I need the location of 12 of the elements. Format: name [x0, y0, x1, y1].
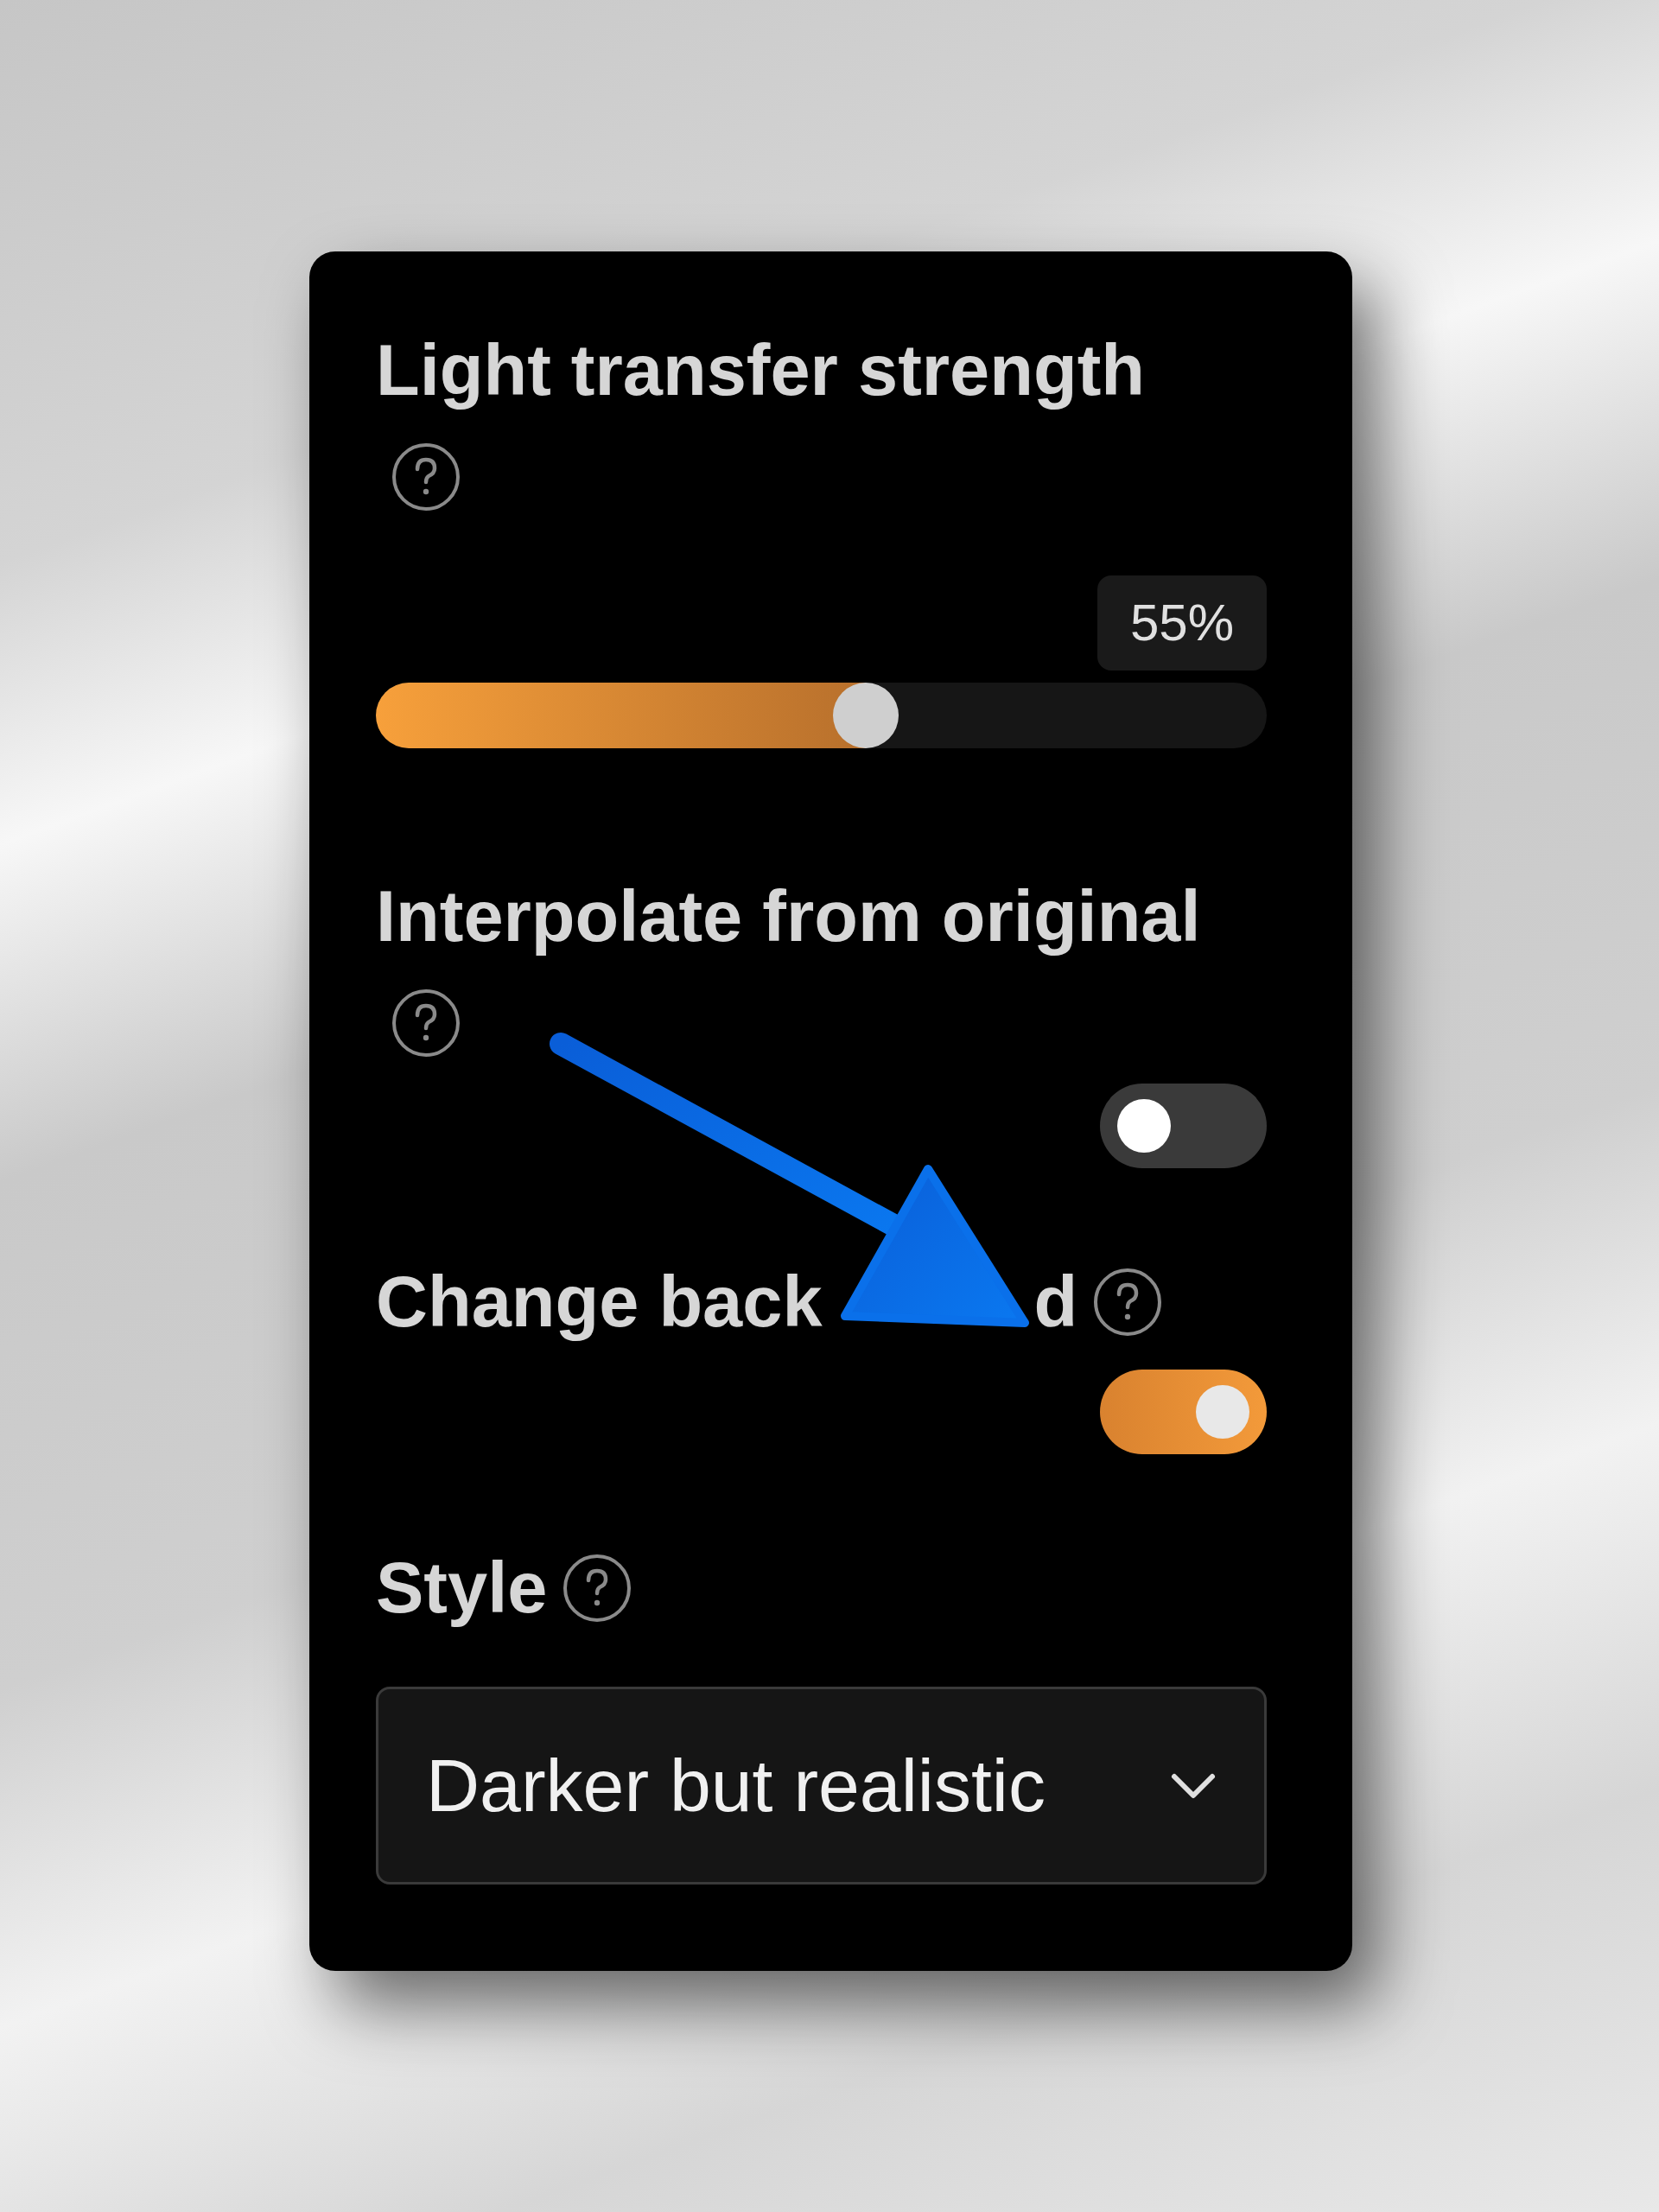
help-icon[interactable]	[391, 988, 461, 1058]
setting-label: Light transfer strength	[376, 329, 1145, 412]
help-icon[interactable]	[1093, 1268, 1163, 1337]
setting-label: Style	[376, 1547, 548, 1630]
chevron-down-icon	[1170, 1771, 1217, 1800]
style-dropdown[interactable]: Darker but realistic	[376, 1687, 1267, 1885]
setting-label: Change back	[376, 1261, 823, 1344]
value-badge: 55%	[1096, 575, 1267, 671]
setting-label: Interpolate from original	[376, 875, 1201, 958]
help-icon[interactable]	[563, 1554, 632, 1623]
setting-label: d	[1033, 1261, 1078, 1344]
help-icon[interactable]	[391, 442, 461, 512]
